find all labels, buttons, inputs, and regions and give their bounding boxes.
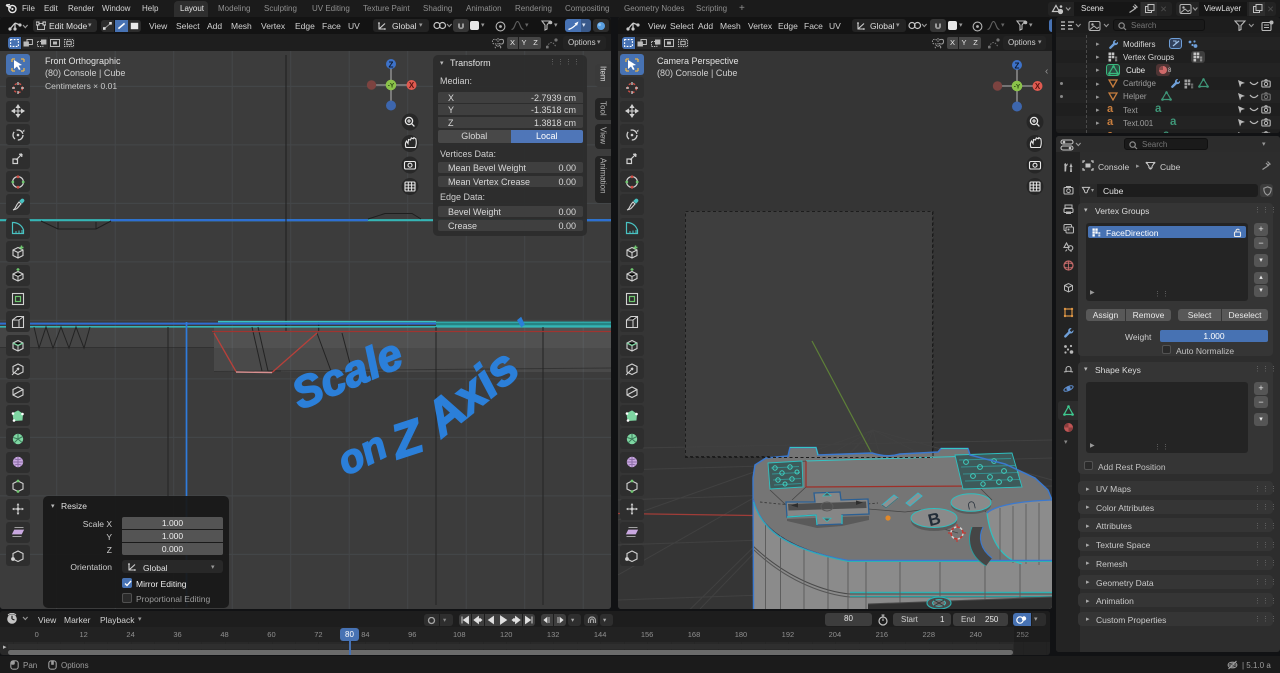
svg-text:X: X [1035, 82, 1041, 91]
svg-text:X: X [409, 81, 415, 90]
svg-text:‹: ‹ [1045, 66, 1048, 77]
svg-text:-Y: -Y [1014, 84, 1021, 91]
svg-text:Z: Z [389, 61, 394, 70]
svg-text:Z: Z [1015, 62, 1020, 71]
svg-text:-Y: -Y [388, 83, 395, 90]
